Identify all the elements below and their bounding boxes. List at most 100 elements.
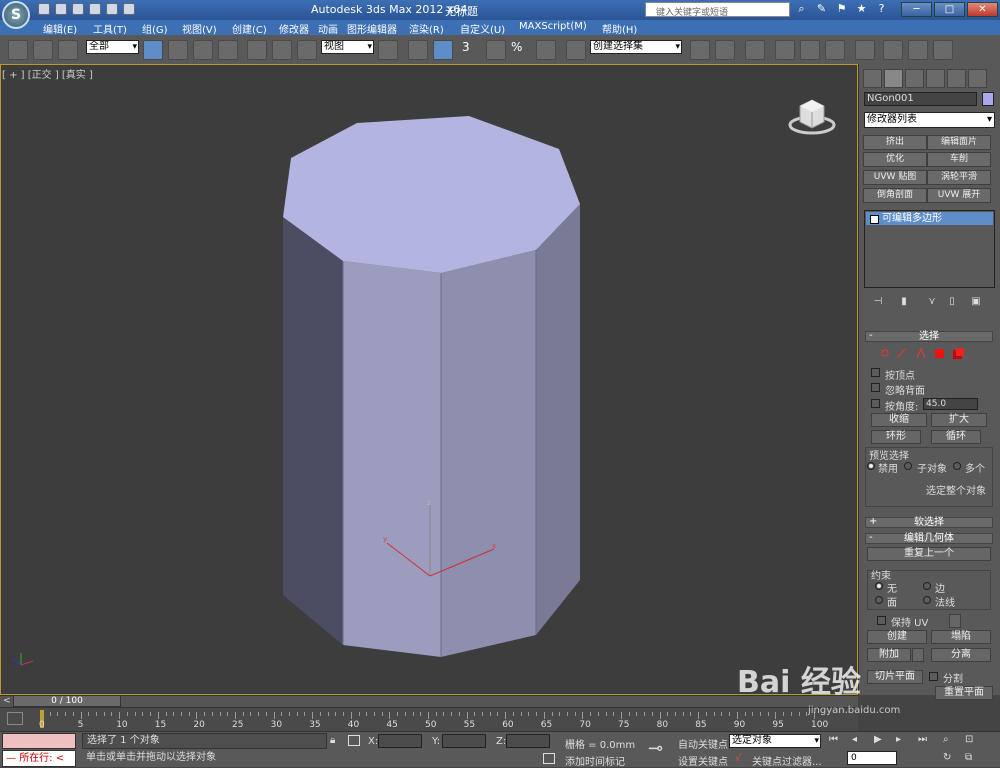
menu-rendering[interactable]: 渲染(R): [409, 21, 444, 36]
align-icon[interactable]: [715, 40, 735, 60]
maximize-button[interactable]: □: [934, 2, 965, 17]
detach-button[interactable]: 分离: [931, 648, 991, 662]
bind-space-warp-icon[interactable]: [58, 40, 78, 60]
edit-named-sets-icon[interactable]: [566, 40, 586, 60]
create-tab-icon[interactable]: [863, 69, 882, 88]
loop-button[interactable]: 循环: [931, 430, 981, 444]
modifier-list-dropdown[interactable]: 修改器列表: [864, 112, 995, 128]
maxscript-listener-bottom[interactable]: — 所在行: <: [2, 750, 76, 767]
maxscript-listener-top[interactable]: [2, 733, 76, 749]
create-button[interactable]: 创建: [867, 630, 927, 644]
grow-button[interactable]: 扩大: [931, 413, 987, 427]
set-key-button[interactable]: 设置关键点: [678, 753, 728, 768]
menu-tools[interactable]: 工具(T): [93, 21, 127, 36]
time-slider-track[interactable]: < >: [0, 695, 858, 707]
ref-coord-dropdown[interactable]: 视图: [321, 40, 374, 54]
vertex-level-icon[interactable]: [881, 349, 889, 357]
modifier-stack[interactable]: 可编辑多边形: [864, 210, 995, 288]
z-coord-input[interactable]: [506, 734, 550, 748]
modify-tab-icon[interactable]: [884, 69, 903, 88]
selection-filter-dropdown[interactable]: 全部: [86, 40, 139, 54]
command-panel-scrollbar[interactable]: [988, 64, 992, 695]
modifier-unwrap-uvw-button[interactable]: UVW 展开: [927, 188, 991, 203]
menu-maxscript[interactable]: MAXScript(M): [519, 21, 587, 32]
spinner-snap-icon[interactable]: [536, 40, 556, 60]
orbit-icon[interactable]: ↻: [943, 752, 951, 763]
time-slider-thumb[interactable]: 0 / 100: [13, 695, 121, 707]
time-tag-icon[interactable]: [543, 753, 555, 764]
menu-view[interactable]: 视图(V): [182, 21, 217, 36]
perspective-viewport[interactable]: z x y: [0, 64, 858, 695]
viewcube-icon[interactable]: [786, 92, 838, 136]
display-tab-icon[interactable]: [947, 69, 966, 88]
undo-icon[interactable]: [89, 3, 101, 15]
add-time-tag-button[interactable]: 添加时间标记: [565, 753, 625, 768]
wrench-icon[interactable]: ✎: [815, 2, 828, 16]
open-file-icon[interactable]: [55, 3, 67, 15]
constraint-normal-radio[interactable]: [923, 596, 931, 604]
time-prev-arrow[interactable]: <: [3, 696, 11, 706]
graphite-tools-icon[interactable]: [775, 40, 795, 60]
soft-selection-rollout-header[interactable]: + 软选择: [865, 517, 993, 528]
constraint-edge-radio[interactable]: [923, 582, 931, 590]
star-icon[interactable]: ★: [855, 2, 868, 16]
key-icon[interactable]: ⊸: [648, 738, 663, 759]
help-icon[interactable]: ?: [875, 2, 888, 16]
modifier-edit-patch-button[interactable]: 编辑面片: [927, 135, 991, 150]
window-crossing-icon[interactable]: [218, 40, 238, 60]
dropdown-icon[interactable]: [123, 3, 135, 15]
auto-key-button[interactable]: 自动关键点: [678, 736, 728, 751]
menu-modifiers[interactable]: 修改器: [279, 21, 309, 36]
viewport-shading-label[interactable]: [真实 ]: [62, 70, 93, 81]
selection-rollout-header[interactable]: - 选择: [865, 331, 993, 342]
named-selection-dropdown[interactable]: 创建选择集: [590, 40, 682, 54]
angle-spinner-input[interactable]: 45.0: [923, 398, 978, 410]
absolute-mode-icon[interactable]: [348, 735, 360, 746]
border-level-icon[interactable]: [916, 347, 926, 359]
motion-tab-icon[interactable]: [926, 69, 945, 88]
hierarchy-tab-icon[interactable]: [905, 69, 924, 88]
rendered-frame-icon[interactable]: [908, 40, 928, 60]
move-icon[interactable]: [247, 40, 267, 60]
key-filters-button[interactable]: 关键点过滤器...: [752, 753, 822, 768]
collapse-button[interactable]: 塌陷: [931, 630, 991, 644]
viewport-label[interactable]: [ + ] [正交 ] [真实 ]: [2, 66, 93, 81]
zoom-extents-icon[interactable]: ⊡: [965, 734, 973, 745]
edit-geometry-rollout-header[interactable]: - 编辑几何体: [865, 533, 993, 544]
track-bar[interactable]: 0 5 10 15 20 25 30 35 40 45 50 55 60 65 70 75 80 85 90 95 10…: [0, 707, 858, 731]
constraint-none-radio[interactable]: [875, 582, 883, 590]
current-frame-input[interactable]: 0: [847, 751, 897, 765]
reset-plane-button[interactable]: 重置平面: [935, 686, 993, 700]
new-file-icon[interactable]: [38, 3, 50, 15]
rotate-icon[interactable]: [272, 40, 292, 60]
schematic-view-icon[interactable]: [825, 40, 845, 60]
remove-modifier-icon[interactable]: ▯: [945, 296, 959, 310]
y-coord-input[interactable]: [442, 734, 486, 748]
selection-lock-icon[interactable]: 🔒︎: [330, 735, 335, 746]
keyboard-shortcut-icon[interactable]: [433, 40, 453, 60]
polygon-level-icon[interactable]: [935, 349, 944, 358]
make-unique-icon[interactable]: ⋎: [925, 296, 939, 310]
minimize-button[interactable]: ─: [901, 2, 932, 17]
play-icon[interactable]: ▶: [874, 734, 882, 745]
modifier-uvw-map-button[interactable]: UVW 贴图: [863, 170, 927, 185]
modifier-bevel-profile-button[interactable]: 倒角剖面: [863, 188, 927, 203]
redo-icon[interactable]: [106, 3, 118, 15]
render-teapot-icon[interactable]: [933, 40, 953, 60]
angle-snap-icon[interactable]: [486, 40, 506, 60]
repeat-last-button[interactable]: 重复上一个: [867, 547, 991, 561]
select-manipulate-icon[interactable]: [408, 40, 428, 60]
preview-subobject-radio[interactable]: [904, 462, 912, 470]
by-angle-checkbox[interactable]: [871, 399, 880, 408]
modifier-turbosmooth-button[interactable]: 涡轮平滑: [927, 170, 991, 185]
menu-edit[interactable]: 编辑(E): [43, 21, 77, 36]
close-button[interactable]: ✕: [967, 2, 998, 17]
mirror-icon[interactable]: [690, 40, 710, 60]
prev-frame-icon[interactable]: ◂: [852, 734, 857, 745]
menu-graph-editors[interactable]: 图形编辑器: [347, 21, 397, 36]
element-level-icon[interactable]: [953, 348, 964, 359]
maximize-viewport-icon[interactable]: ⧉: [965, 752, 972, 763]
split-checkbox[interactable]: [929, 672, 938, 681]
search-input[interactable]: 键入关键字或短语: [645, 2, 790, 17]
viewport-view-label[interactable]: [正交 ]: [28, 70, 59, 81]
